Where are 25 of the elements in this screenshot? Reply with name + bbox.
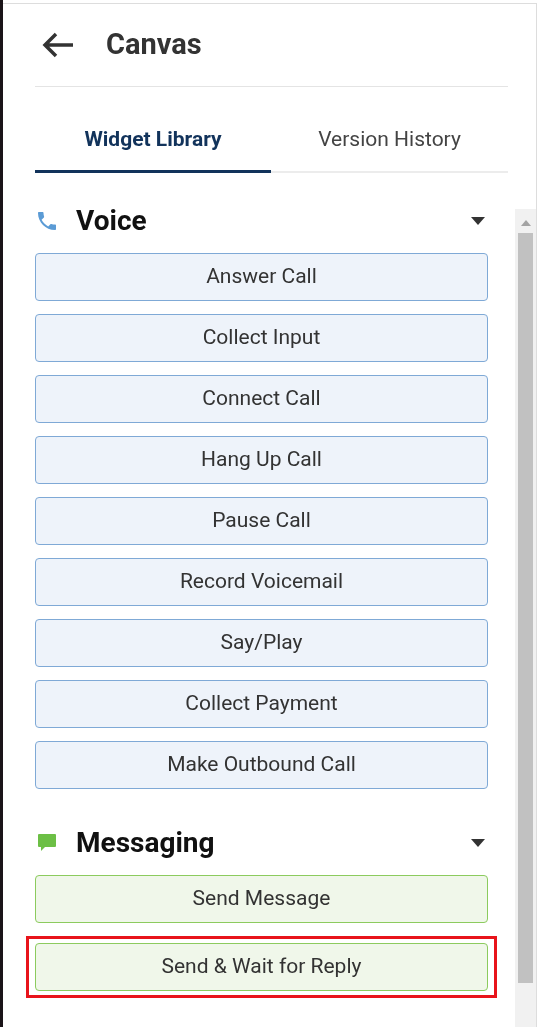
widget-button[interactable]: Collect Payment [35, 680, 488, 728]
widget-button[interactable]: Say/Play [35, 619, 488, 667]
widget-button[interactable]: Collect Input [35, 314, 488, 362]
scroll-up-icon [519, 219, 532, 227]
page-title: Canvas [106, 26, 202, 64]
phone-icon [35, 209, 59, 233]
back-arrow-icon [41, 31, 75, 59]
widget-button[interactable]: Pause Call [35, 497, 488, 545]
widget-button[interactable]: Send Message [35, 875, 488, 923]
scrollbar[interactable] [515, 209, 536, 1027]
widget-button[interactable]: Send & Wait for Reply [35, 943, 488, 991]
widget-button[interactable]: Answer Call [35, 253, 488, 301]
tab[interactable]: Version History [271, 109, 508, 173]
section-title: Messaging [76, 825, 215, 861]
tab[interactable]: Widget Library [35, 109, 271, 173]
back-button[interactable] [41, 31, 75, 59]
widget-button[interactable]: Hang Up Call [35, 436, 488, 484]
section-title: Voice [76, 203, 147, 239]
collapse-button[interactable] [470, 216, 486, 226]
widget-button[interactable]: Connect Call [35, 375, 488, 423]
widget-button[interactable]: Record Voicemail [35, 558, 488, 606]
collapse-button[interactable] [470, 838, 486, 848]
caret-icon [470, 216, 486, 226]
widget-button[interactable]: Make Outbound Call [35, 741, 488, 789]
caret-icon [470, 838, 486, 848]
